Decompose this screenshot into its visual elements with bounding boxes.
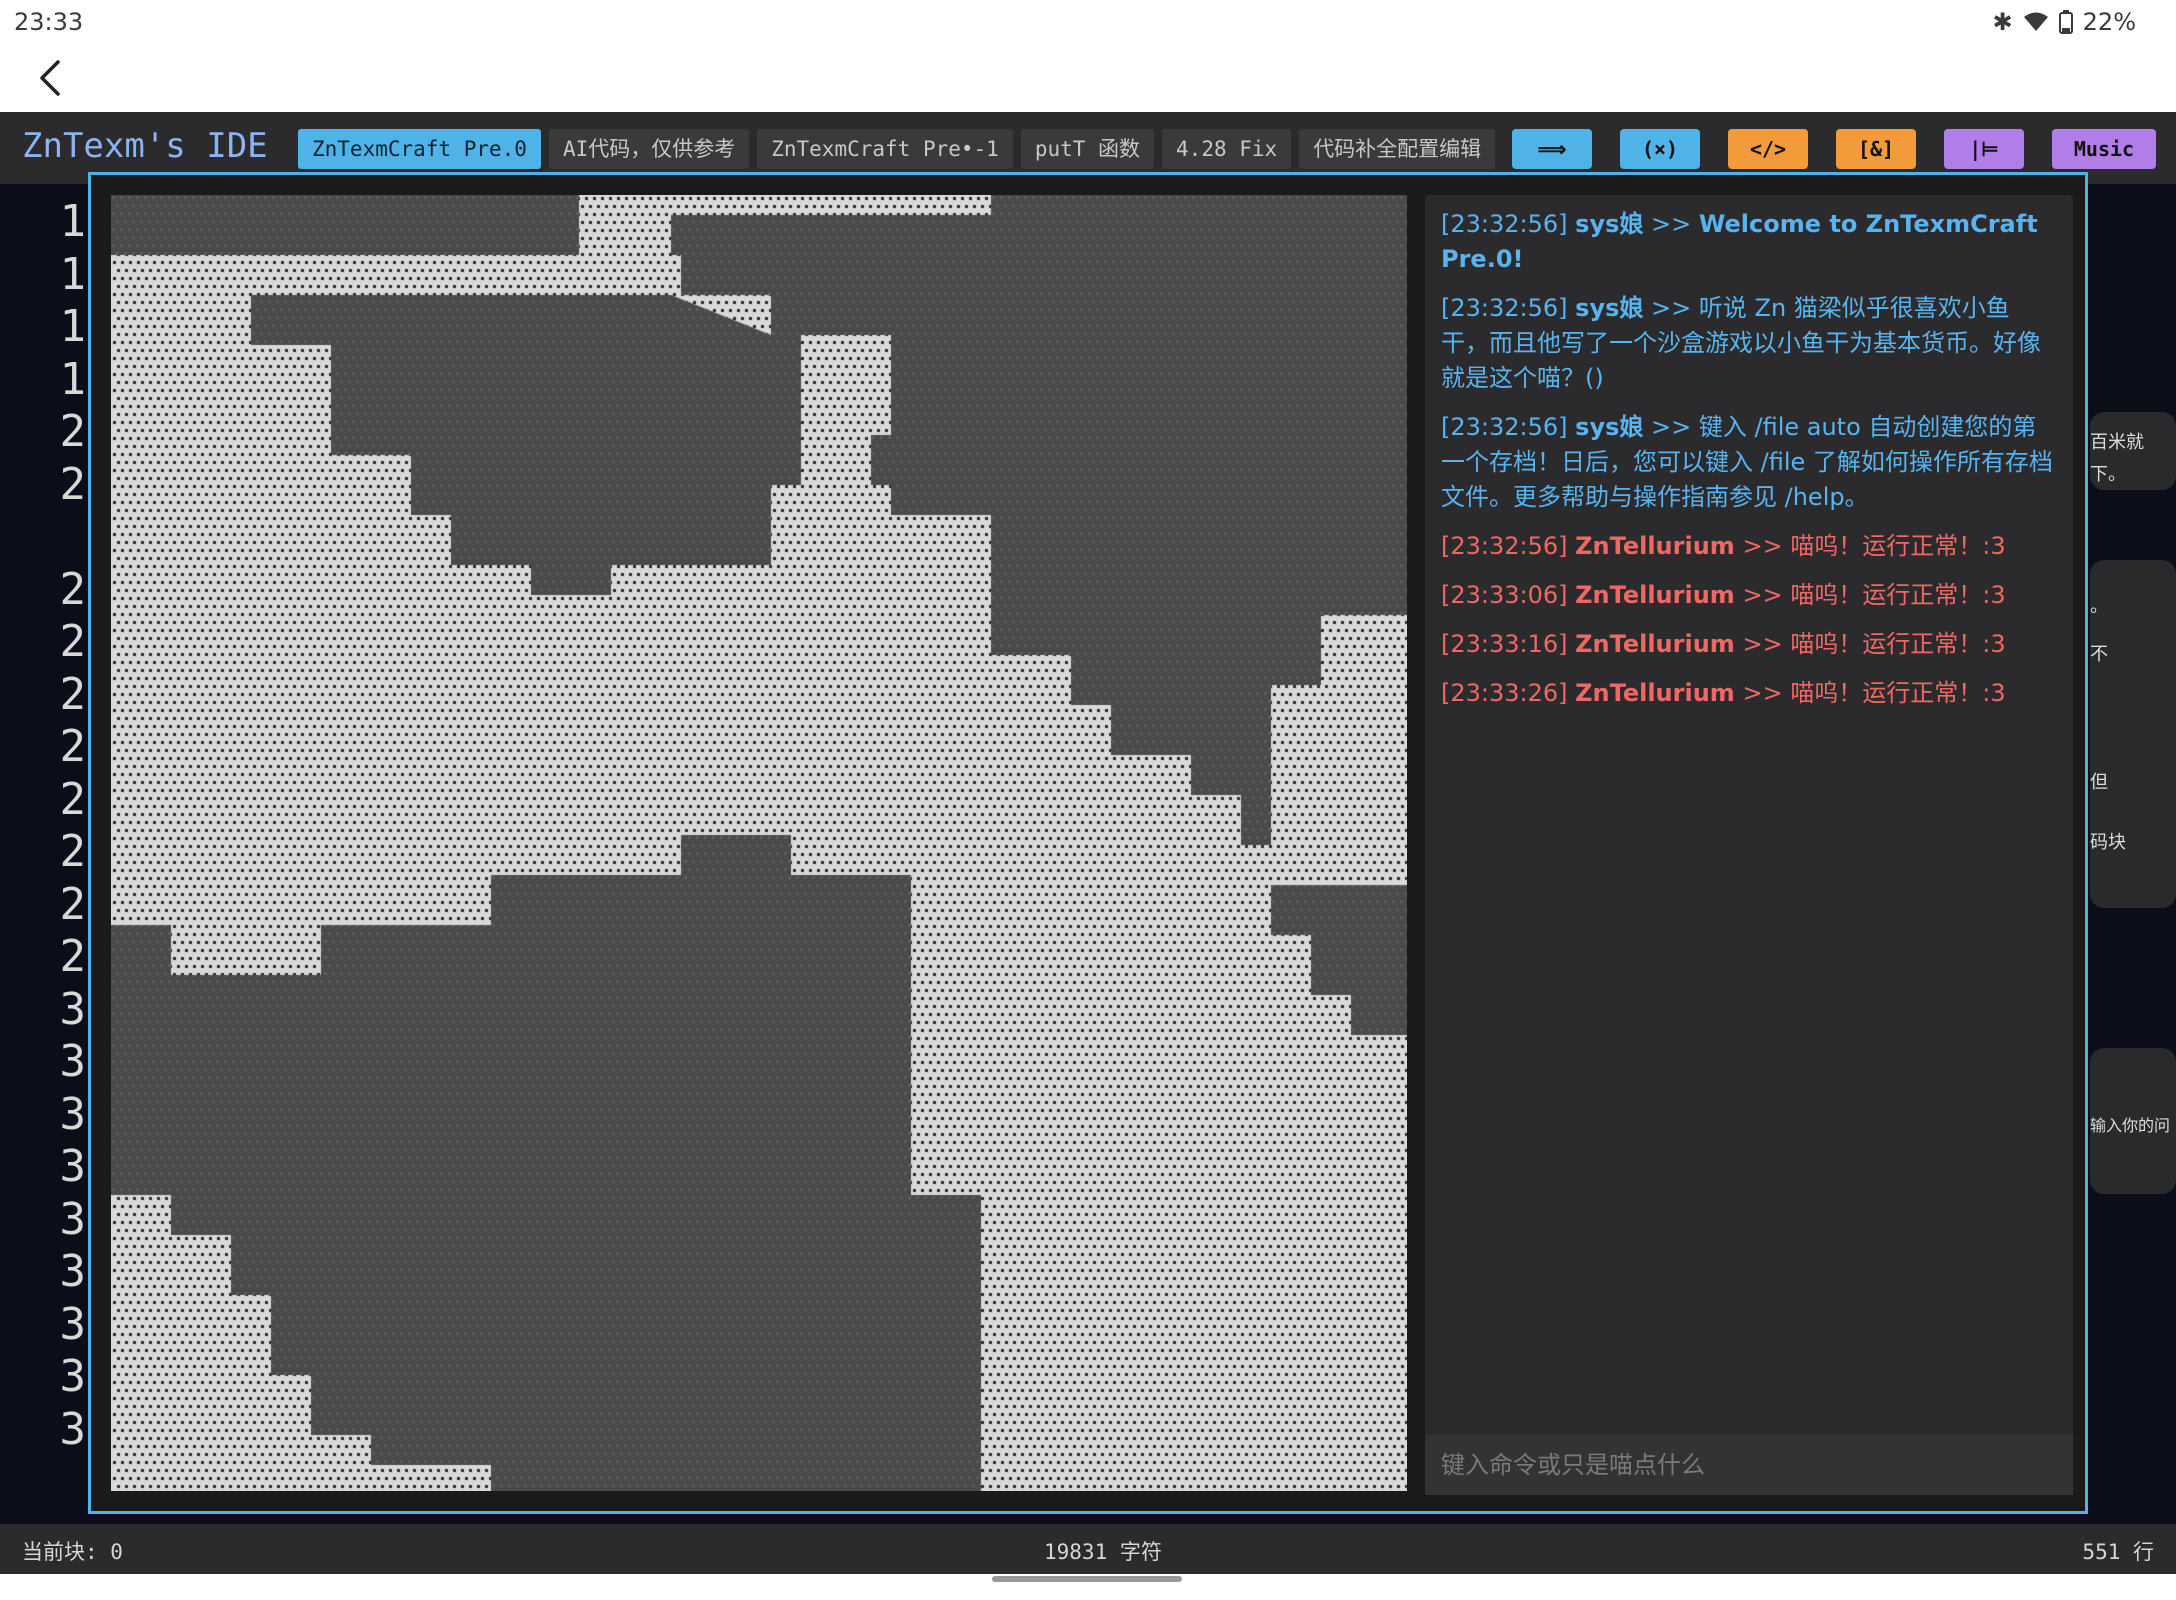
- indent-button[interactable]: |⊨: [1944, 129, 2024, 169]
- message-separator: >>: [1651, 413, 1692, 441]
- battery-icon: [2058, 10, 2073, 34]
- ide-footer: 当前块: 0 19831 字符 551 行: [0, 1524, 2176, 1574]
- reference-button[interactable]: [&]: [1836, 129, 1916, 169]
- line-number: 1: [59, 301, 87, 352]
- chat-panel: [23:32:56] sys娘 >> Welcome to ZnTexmCraf…: [1425, 195, 2073, 1495]
- chat-message: [23:33:26] ZnTellurium >> 喵呜！运行正常！:3: [1441, 676, 2057, 711]
- line-number: 3: [59, 1036, 87, 1087]
- message-sender: ZnTellurium: [1575, 679, 1735, 707]
- background-fragment: 输入你的问: [2090, 1116, 2171, 1135]
- music-button[interactable]: Music: [2052, 129, 2156, 169]
- line-number: 2: [59, 458, 87, 510]
- line-number: 3: [59, 983, 87, 1035]
- message-separator: >>: [1651, 294, 1692, 322]
- battery-level: 22%: [2082, 8, 2136, 36]
- current-block: 当前块: 0: [22, 1540, 123, 1564]
- code-button[interactable]: </>: [1728, 129, 1808, 169]
- char-count: 19831 字符: [1044, 1540, 1162, 1564]
- bluetooth-icon: ✱: [1992, 8, 2013, 36]
- game-window: [23:32:56] sys娘 >> Welcome to ZnTexmCraf…: [88, 172, 2088, 1514]
- toolbar: ⟹ (×) </> [&] |⊨ Music: [1512, 129, 2156, 169]
- line-number: 2: [59, 826, 87, 877]
- line-number: 1: [59, 196, 87, 247]
- message-time: [23:32:56]: [1441, 413, 1568, 441]
- message-text: 喵呜！运行正常！:3: [1790, 581, 2006, 609]
- game-map[interactable]: [111, 195, 1407, 1491]
- chat-message: [23:32:56] ZnTellurium >> 喵呜！运行正常！:3: [1441, 529, 2057, 564]
- line-number: 3: [59, 1246, 87, 1297]
- line-number: 3: [59, 1193, 87, 1245]
- chat-message: [23:33:06] ZnTellurium >> 喵呜！运行正常！:3: [1441, 578, 2057, 613]
- ide-title: ZnTexm's IDE: [22, 126, 268, 166]
- line-number: 2: [59, 773, 87, 825]
- file-tabs: ZnTexmCraft Pre.0 AI代码，仅供参考 ZnTexmCraft Pr…: [298, 129, 1496, 169]
- chat-message: [23:32:56] sys娘 >> Welcome to ZnTexmCraf…: [1441, 207, 2057, 277]
- message-time: [23:32:56]: [1441, 294, 1568, 322]
- tab-4[interactable]: 4.28 Fix: [1162, 129, 1292, 169]
- line-number: 2: [59, 668, 87, 720]
- tab-1[interactable]: AI代码，仅供参考: [548, 129, 750, 169]
- line-number: 2: [59, 878, 87, 930]
- message-text: 喵呜！运行正常！:3: [1790, 532, 2006, 560]
- message-sender: ZnTellurium: [1575, 581, 1735, 609]
- tab-2[interactable]: ZnTexmCraft Pre•-1: [757, 129, 1013, 169]
- line-number: 2: [59, 563, 87, 615]
- status-icons: ✱ 22%: [1993, 8, 2136, 36]
- line-number: 2: [59, 616, 87, 667]
- message-text: 喵呜！运行正常！:3: [1790, 630, 2006, 658]
- wifi-icon: [2023, 12, 2048, 31]
- message-time: [23:33:26]: [1441, 679, 1568, 707]
- line-number: 1: [59, 353, 87, 405]
- message-time: [23:33:16]: [1441, 630, 1568, 658]
- status-time: 23:33: [14, 8, 84, 36]
- message-separator: >>: [1742, 679, 1783, 707]
- message-separator: >>: [1742, 630, 1783, 658]
- line-number-gutter: 11112222222222333333333: [0, 184, 92, 1554]
- message-sender: ZnTellurium: [1575, 532, 1735, 560]
- chat-message: [23:33:16] ZnTellurium >> 喵呜！运行正常！:3: [1441, 627, 2057, 662]
- message-time: [23:33:06]: [1441, 581, 1568, 609]
- message-separator: >>: [1742, 581, 1783, 609]
- variable-button[interactable]: (×): [1620, 129, 1700, 169]
- chat-message: [23:32:56] sys娘 >> 键入 /file auto 自动创建您的第…: [1441, 410, 2057, 515]
- message-sender: sys娘: [1575, 210, 1644, 238]
- line-number: 1: [59, 248, 87, 300]
- message-text: 喵呜！运行正常！:3: [1790, 679, 2006, 707]
- background-fragment: 码块: [2090, 832, 2126, 853]
- background-fragment: 。: [2090, 596, 2108, 617]
- chat-message: [23:32:56] sys娘 >> 听说 Zn 猫梁似乎很喜欢小鱼干，而且他写…: [1441, 291, 2057, 396]
- home-indicator[interactable]: [992, 1576, 1182, 1582]
- line-number: 2: [59, 931, 87, 982]
- chat-input[interactable]: [1425, 1435, 2073, 1495]
- message-sender: sys娘: [1575, 413, 1644, 441]
- message-separator: >>: [1742, 532, 1783, 560]
- system-status-bar: 23:33 ✱ 22%: [0, 0, 2176, 44]
- background-fragment: 下。: [2090, 464, 2126, 485]
- tab-5[interactable]: 代码补全配置编辑: [1299, 129, 1496, 169]
- line-count: 551 行: [2082, 1540, 2154, 1564]
- line-number: 2: [59, 406, 87, 457]
- background-fragment: 百米就: [2090, 432, 2144, 453]
- line-number: 3: [59, 1298, 87, 1350]
- message-sender: sys娘: [1575, 294, 1644, 322]
- chat-log: [23:32:56] sys娘 >> Welcome to ZnTexmCraf…: [1441, 207, 2057, 725]
- message-time: [23:32:56]: [1441, 210, 1568, 238]
- message-sender: ZnTellurium: [1575, 630, 1735, 658]
- message-time: [23:32:56]: [1441, 532, 1568, 560]
- background-fragment: 但: [2090, 772, 2108, 793]
- app-bar: [0, 44, 2176, 112]
- format-arrow-button[interactable]: ⟹: [1512, 129, 1592, 169]
- tab-3[interactable]: putT 函数: [1020, 129, 1155, 169]
- line-number: 3: [59, 1351, 87, 1402]
- tab-0[interactable]: ZnTexmCraft Pre.0: [298, 129, 541, 169]
- line-number: 3: [59, 1403, 87, 1455]
- line-number: 3: [59, 1088, 87, 1140]
- map-canvas[interactable]: [111, 195, 1407, 1491]
- background-fragment: 不: [2090, 644, 2108, 665]
- message-separator: >>: [1651, 210, 1692, 238]
- line-number: 2: [59, 721, 87, 772]
- background-assistant-panel: 百米就 下。 。 不 但 码块 输入你的问: [2090, 302, 2176, 1202]
- line-number: 3: [59, 1141, 87, 1192]
- back-arrow-icon[interactable]: [32, 58, 72, 98]
